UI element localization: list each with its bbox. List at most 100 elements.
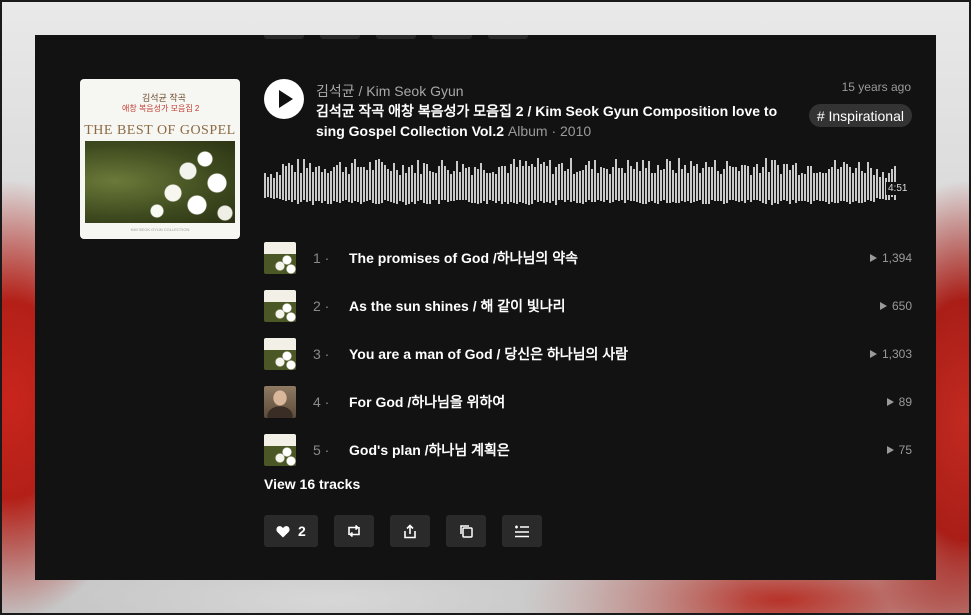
waveform-bar[interactable] — [474, 167, 476, 203]
waveform-bar[interactable] — [765, 158, 767, 204]
waveform-bar[interactable] — [735, 167, 737, 201]
waveform-bar[interactable] — [558, 164, 560, 200]
track-row[interactable]: 4 · For God /하나님을 위하여 89 — [264, 378, 912, 426]
waveform-bar[interactable] — [396, 170, 398, 204]
waveform-bar[interactable] — [870, 168, 872, 201]
waveform-bar[interactable] — [696, 164, 698, 201]
waveform-bar[interactable] — [684, 165, 686, 202]
waveform-bar[interactable] — [798, 175, 800, 201]
waveform-bar[interactable] — [705, 162, 707, 204]
waveform-bar[interactable] — [480, 163, 482, 203]
waveform-bar[interactable] — [303, 159, 305, 200]
waveform-bar[interactable] — [879, 177, 881, 199]
waveform-bar[interactable] — [291, 165, 293, 202]
waveform-bar[interactable] — [852, 173, 854, 202]
waveform-bar[interactable] — [858, 162, 860, 203]
waveform-bar[interactable] — [543, 162, 545, 203]
waveform-bar[interactable] — [381, 162, 383, 203]
waveform-bar[interactable] — [882, 172, 884, 199]
waveform-bar[interactable] — [675, 173, 677, 203]
waveform-bar[interactable] — [831, 167, 833, 202]
waveform-bar[interactable] — [828, 169, 830, 204]
waveform-bar[interactable] — [855, 168, 857, 201]
track-row[interactable]: 5 · God's plan /하나님 계획은 75 — [264, 426, 912, 474]
waveform-bar[interactable] — [441, 160, 443, 200]
waveform-bar[interactable] — [354, 159, 356, 201]
track-thumbnail[interactable] — [264, 290, 296, 322]
waveform-bar[interactable] — [747, 166, 749, 200]
waveform-bar[interactable] — [507, 173, 509, 204]
waveform-bar[interactable] — [423, 163, 425, 203]
waveform-bar[interactable] — [477, 169, 479, 204]
waveform-bar[interactable] — [741, 165, 743, 201]
waveform-bar[interactable] — [447, 170, 449, 202]
waveform-bar[interactable] — [687, 173, 689, 201]
waveform-bar[interactable] — [759, 173, 761, 201]
waveform-bar[interactable] — [390, 171, 392, 202]
waveform-bar[interactable] — [603, 168, 605, 202]
waveform-bar[interactable] — [570, 158, 572, 202]
waveform-bar[interactable] — [486, 173, 488, 204]
waveform-bar[interactable] — [432, 172, 434, 200]
waveform-bar[interactable] — [618, 168, 620, 201]
copy-link-button[interactable] — [445, 515, 486, 547]
waveform-bar[interactable] — [771, 160, 773, 205]
waveform-bar[interactable] — [519, 160, 521, 202]
waveform-bar[interactable] — [552, 174, 554, 201]
repost-button[interactable] — [333, 515, 374, 547]
view-all-tracks-link[interactable]: View 16 tracks — [264, 476, 360, 492]
waveform-bar[interactable] — [837, 169, 839, 203]
waveform-bar[interactable] — [846, 164, 848, 202]
waveform-bar[interactable] — [678, 158, 680, 203]
waveform-bar[interactable] — [504, 166, 506, 202]
waveform-bar[interactable] — [546, 166, 548, 202]
waveform-bar[interactable] — [501, 166, 503, 204]
waveform-bar[interactable] — [612, 167, 614, 202]
waveform-bar[interactable] — [309, 163, 311, 201]
waveform-bar[interactable] — [639, 171, 641, 203]
track-thumbnail[interactable] — [264, 434, 296, 466]
waveform-bar[interactable] — [681, 169, 683, 201]
waveform-bar[interactable] — [585, 165, 587, 202]
waveform-bar[interactable] — [528, 166, 530, 205]
waveform-bar[interactable] — [300, 173, 302, 202]
waveform-bar[interactable] — [783, 164, 785, 200]
waveform-bar[interactable] — [714, 160, 716, 201]
waveform-bar[interactable] — [489, 173, 491, 200]
waveform-bar[interactable] — [438, 166, 440, 204]
track-row[interactable]: 1 · The promises of God /하나님의 약속 1,394 — [264, 234, 912, 282]
waveform-bar[interactable] — [588, 161, 590, 200]
waveform-bar[interactable] — [777, 165, 779, 204]
waveform-bar[interactable] — [453, 171, 455, 201]
waveform-bar[interactable] — [768, 172, 770, 200]
waveform-bar[interactable] — [522, 166, 524, 203]
waveform-bar[interactable] — [873, 175, 875, 202]
waveform-bar[interactable] — [819, 172, 821, 201]
album-cover[interactable]: 김석균 작곡 애창 복음성가 모음집 2 THE BEST OF GOSPEL … — [80, 79, 240, 239]
track-title[interactable]: As the sun shines / 해 같이 빛나리 — [349, 296, 566, 316]
waveform-bar[interactable] — [699, 173, 701, 200]
waveform-bar[interactable] — [294, 172, 296, 200]
waveform-bar[interactable] — [795, 163, 797, 203]
waveform-bar[interactable] — [690, 161, 692, 203]
track-title[interactable]: God's plan /하나님 계획은 — [349, 440, 510, 460]
waveform-bar[interactable] — [282, 164, 284, 200]
waveform-bar[interactable] — [450, 174, 452, 201]
waveform-bar[interactable] — [621, 168, 623, 200]
waveform-bar[interactable] — [645, 168, 647, 204]
waveform-bar[interactable] — [576, 172, 578, 203]
waveform-bar[interactable] — [867, 162, 869, 200]
waveform-bar[interactable] — [648, 161, 650, 202]
waveform-bar[interactable] — [624, 173, 626, 203]
waveform-bar[interactable] — [492, 172, 494, 201]
waveform-bar[interactable] — [753, 167, 755, 200]
waveform-bar[interactable] — [393, 163, 395, 203]
waveform-bar[interactable] — [738, 171, 740, 202]
waveform-bar[interactable] — [708, 167, 710, 204]
waveform-bar[interactable] — [600, 167, 602, 201]
waveform-bar[interactable] — [825, 173, 827, 202]
waveform-bar[interactable] — [324, 169, 326, 201]
artist-link[interactable]: 김석균 / Kim Seok Gyun — [316, 81, 464, 101]
waveform-bar[interactable] — [510, 164, 512, 202]
waveform-bar[interactable] — [813, 173, 815, 201]
